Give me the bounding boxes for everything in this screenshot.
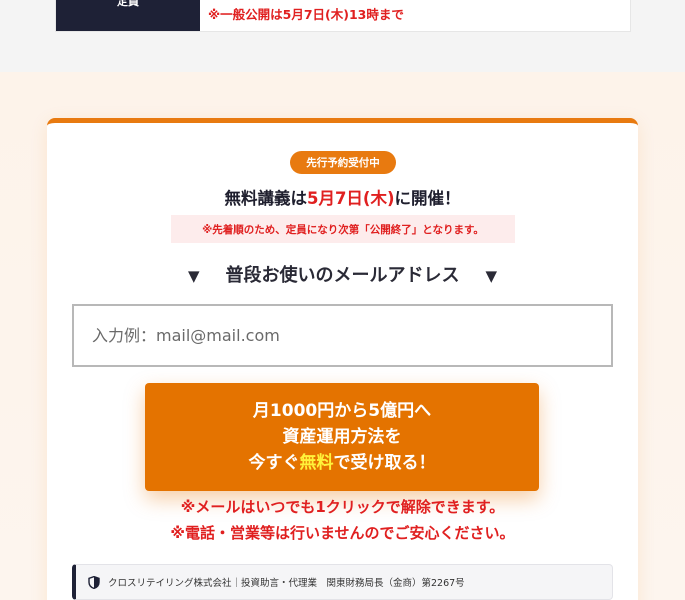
capacity-label-cell: 定員 [56, 0, 200, 31]
signup-card: 先行予約受付中 無料講義は5月7日(木)に開催！ ※先着順のため、定員になり次第… [47, 118, 638, 600]
event-headline: 無料講義は5月7日(木)に開催！ [47, 185, 638, 209]
headline-prefix: 無料講義は [224, 189, 307, 208]
first-come-notice: ※先着順のため、定員になり次第「公開終了」となります。 [171, 215, 515, 243]
cta-line-3: 今すぐ無料で受け取る！ [145, 450, 539, 476]
email-input[interactable] [72, 304, 613, 367]
email-heading-label: 普段お使いのメールアドレス [225, 265, 460, 286]
cta-line-2: 資産運用方法を [282, 427, 402, 447]
cta-line-3-prefix: 今すぐ [248, 453, 300, 473]
cta-line-1: 月1000円から5億円へ [252, 401, 432, 421]
company-registration-box: クロスリテイリング株式会社｜投資助言・代理業 関東財務局長（金商）第2267号 [72, 564, 613, 600]
triangle-down-icon: ▼ [485, 267, 498, 285]
submit-cta-button[interactable]: 月1000円から5億円へ 資産運用方法を 今すぐ無料で受け取る！ [145, 383, 539, 491]
email-heading: ▼ 普段お使いのメールアドレス ▼ [47, 261, 638, 287]
capacity-label: 定員 [117, 0, 139, 8]
headline-date: 5月7日(木) [306, 189, 395, 208]
cta-free-highlight: 無料 [299, 453, 334, 473]
no-sales-call-note: ※電話・営業等は行いませんのでご安心ください。 [170, 524, 515, 542]
pre-registration-badge: 先行予約受付中 [290, 151, 396, 174]
shield-icon [88, 575, 100, 589]
triangle-down-icon: ▼ [187, 267, 200, 285]
top-section: 定員 ※一般公開は5月7日(木)13時まで [0, 0, 685, 72]
cta-line-3-suffix: で受け取る！ [333, 453, 436, 473]
company-info-text: クロスリテイリング株式会社｜投資助言・代理業 関東財務局長（金商）第2267号 [108, 578, 465, 589]
capacity-value: ※一般公開は5月7日(木)13時まで [208, 7, 404, 22]
unsubscribe-note: ※メールはいつでも1クリックで解除できます。 [180, 498, 505, 516]
headline-suffix: に開催！ [394, 189, 461, 208]
capacity-table-row: 定員 ※一般公開は5月7日(木)13時まで [55, 0, 631, 32]
